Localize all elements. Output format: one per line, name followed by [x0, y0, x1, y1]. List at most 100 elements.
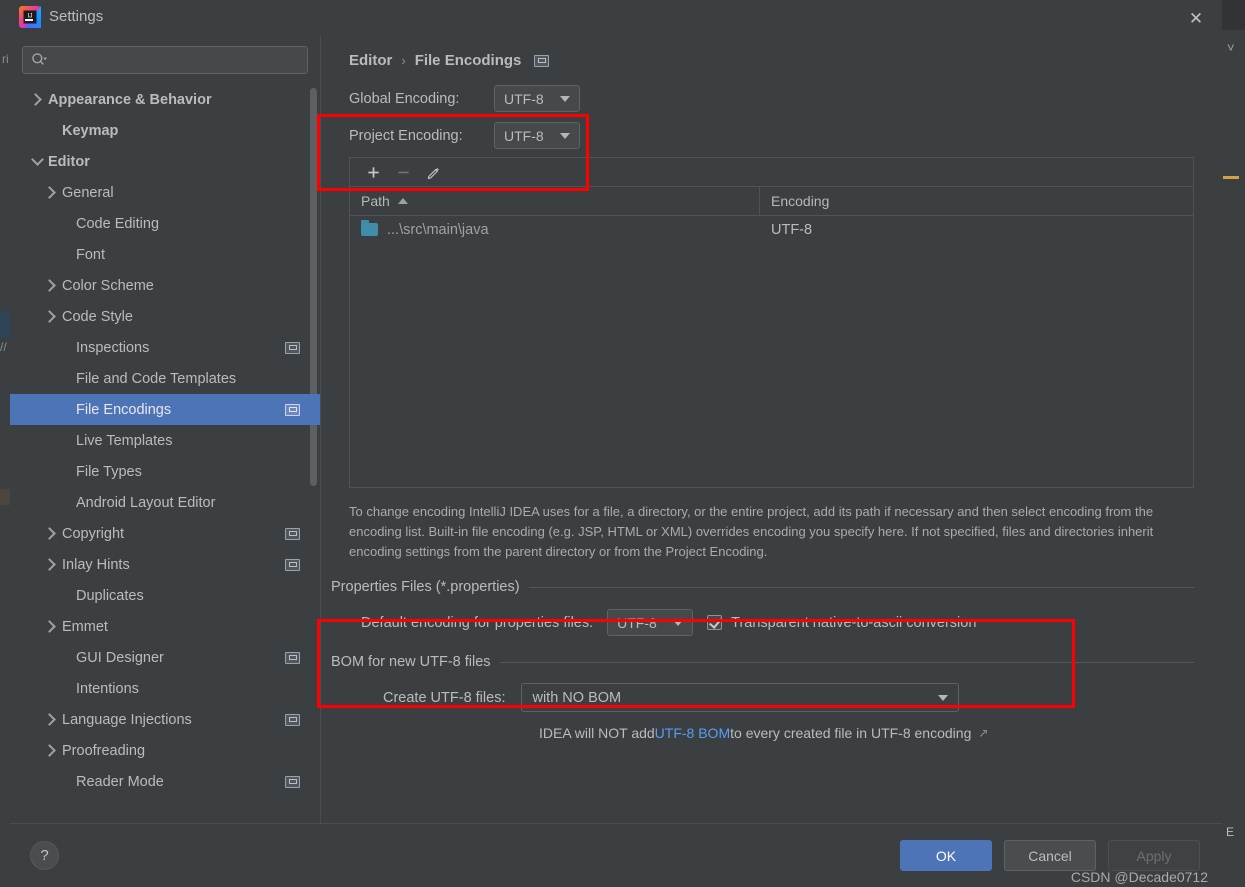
- cancel-button[interactable]: Cancel: [1004, 840, 1096, 871]
- sidebar-item-label: Emmet: [62, 619, 300, 635]
- global-encoding-value: UTF-8: [504, 91, 544, 107]
- chevron-right-icon[interactable]: [40, 715, 62, 724]
- sidebar-item-label: File and Code Templates: [76, 371, 300, 387]
- sidebar-item-duplicates[interactable]: Duplicates: [10, 580, 320, 611]
- chevron-right-icon[interactable]: [40, 529, 62, 538]
- question-mark-icon[interactable]: ?: [30, 841, 59, 870]
- sidebar-item-label: Reader Mode: [76, 774, 279, 790]
- default-properties-encoding-select[interactable]: UTF-8: [607, 609, 693, 636]
- project-encoding-select[interactable]: UTF-8: [494, 122, 580, 149]
- ok-button[interactable]: OK: [900, 840, 992, 871]
- column-header-encoding[interactable]: Encoding: [760, 187, 1193, 215]
- breadcrumb-parent[interactable]: Editor: [349, 52, 392, 69]
- sidebar-item-font[interactable]: Font: [10, 239, 320, 270]
- pencil-icon[interactable]: [420, 160, 446, 184]
- utf8-bom-link[interactable]: UTF-8 BOM: [655, 725, 730, 741]
- create-utf8-files-select[interactable]: with NO BOM: [521, 683, 959, 712]
- global-encoding-row: Global Encoding: UTF-8: [349, 83, 1222, 114]
- sidebar-item-reader-mode[interactable]: Reader Mode: [10, 766, 320, 797]
- sidebar-item-inspections[interactable]: Inspections: [10, 332, 320, 363]
- sidebar-item-label: Appearance & Behavior: [48, 92, 300, 108]
- sidebar-item-code-editing[interactable]: Code Editing: [10, 208, 320, 239]
- sidebar-item-live-templates[interactable]: Live Templates: [10, 425, 320, 456]
- bom-content: Create UTF-8 files: with NO BOM IDEA wil…: [331, 670, 1194, 745]
- search-input[interactable]: [47, 53, 299, 68]
- sidebar-item-appearance-behavior[interactable]: Appearance & Behavior: [10, 84, 320, 115]
- sidebar-item-file-types[interactable]: File Types: [10, 456, 320, 487]
- transparent-native-to-ascii-checkbox[interactable]: Transparent native-to-ascii conversion: [707, 615, 976, 631]
- sidebar-item-emmet[interactable]: Emmet: [10, 611, 320, 642]
- sidebar-item-label: Copyright: [62, 526, 279, 542]
- project-encoding-label: Project Encoding:: [349, 128, 494, 144]
- chevron-right-icon[interactable]: [40, 188, 62, 197]
- sidebar-item-file-encodings[interactable]: File Encodings: [10, 394, 320, 425]
- breadcrumb: Editor › File Encodings: [321, 36, 1222, 69]
- default-properties-encoding-label: Default encoding for properties files:: [361, 615, 593, 631]
- checkbox-checked-icon: [707, 615, 722, 630]
- screen-root: ri r // ˅ E: [0, 0, 1245, 887]
- project-encoding-row: Project Encoding: UTF-8: [349, 120, 1222, 151]
- chevron-right-icon[interactable]: [40, 746, 62, 755]
- sidebar-item-general[interactable]: General: [10, 177, 320, 208]
- sidebar-item-language-injections[interactable]: Language Injections: [10, 704, 320, 735]
- sidebar-item-proofreading[interactable]: Proofreading: [10, 735, 320, 766]
- sidebar-item-label: File Types: [76, 464, 300, 480]
- sidebar-item-file-and-code-templates[interactable]: File and Code Templates: [10, 363, 320, 394]
- sidebar-item-editor[interactable]: Editor: [10, 146, 320, 177]
- sidebar-item-keymap[interactable]: Keymap: [10, 115, 320, 146]
- global-encoding-select[interactable]: UTF-8: [494, 85, 580, 112]
- background-ide-right-strip: ˅ E: [1222, 0, 1245, 887]
- background-marker: [1223, 176, 1239, 179]
- project-encoding-value: UTF-8: [504, 128, 544, 144]
- chevron-down-icon: [560, 96, 570, 102]
- cell-path-text: ...\src\main\java: [387, 222, 489, 238]
- breadcrumb-separator: ›: [401, 53, 405, 68]
- sidebar-item-code-style[interactable]: Code Style: [10, 301, 320, 332]
- sidebar-item-label: Code Style: [62, 309, 300, 325]
- encoding-settings: Global Encoding: UTF-8 Project Encoding:…: [349, 83, 1222, 151]
- properties-files-content: Default encoding for properties files: U…: [331, 595, 1194, 640]
- properties-files-title-row: Properties Files (*.properties): [331, 579, 1194, 595]
- properties-files-group: Properties Files (*.properties) Default …: [331, 579, 1194, 640]
- column-header-path[interactable]: Path: [350, 187, 760, 215]
- intellij-idea-logo-icon: IJ: [19, 6, 41, 28]
- create-utf8-files-value: with NO BOM: [532, 690, 621, 706]
- sidebar-item-label: Font: [76, 247, 300, 263]
- settings-dialog: IJ Settings ✕: [10, 0, 1222, 887]
- bom-group: BOM for new UTF-8 files Create UTF-8 fil…: [331, 654, 1194, 745]
- encoding-table-toolbar: [350, 158, 1193, 187]
- sidebar-item-copyright[interactable]: Copyright: [10, 518, 320, 549]
- table-row[interactable]: ...\src\main\java UTF-8: [350, 216, 1193, 243]
- external-link-icon[interactable]: ↗: [978, 726, 988, 740]
- create-utf8-files-row: Create UTF-8 files: with NO BOM: [383, 683, 1194, 712]
- bom-note: IDEA will NOT add UTF-8 BOM to every cre…: [539, 725, 1194, 741]
- chevron-down-icon[interactable]: [26, 159, 48, 164]
- sidebar-item-label: Inspections: [76, 340, 279, 356]
- sidebar-item-label: General: [62, 185, 300, 201]
- column-header-path-label: Path: [361, 193, 390, 209]
- search-box[interactable]: [22, 46, 308, 74]
- chevron-right-icon[interactable]: [40, 622, 62, 631]
- settings-sidebar: Appearance & Behavior KeymapEditor General…: [10, 36, 320, 823]
- svg-text:IJ: IJ: [27, 13, 32, 20]
- sidebar-item-inlay-hints[interactable]: Inlay Hints: [10, 549, 320, 580]
- chevron-right-icon[interactable]: [26, 95, 48, 104]
- sidebar-item-android-layout-editor[interactable]: Android Layout Editor: [10, 487, 320, 518]
- sidebar-item-intentions[interactable]: Intentions: [10, 673, 320, 704]
- chevron-right-icon[interactable]: [40, 312, 62, 321]
- minus-icon: [390, 160, 416, 184]
- chevron-right-icon[interactable]: [40, 560, 62, 569]
- bom-note-suffix: to every created file in UTF-8 encoding: [730, 725, 971, 741]
- folder-icon: [361, 223, 378, 236]
- background-text-1: ri: [2, 52, 9, 66]
- sidebar-item-color-scheme[interactable]: Color Scheme: [10, 270, 320, 301]
- chevron-right-icon[interactable]: [40, 281, 62, 290]
- group-divider: [529, 587, 1194, 588]
- breadcrumb-current: File Encodings: [415, 52, 522, 69]
- cell-encoding: UTF-8: [760, 222, 1193, 238]
- sidebar-item-gui-designer[interactable]: GUI Designer: [10, 642, 320, 673]
- plus-icon[interactable]: [360, 160, 386, 184]
- sidebar-item-label: Android Layout Editor: [76, 495, 300, 511]
- sidebar-item-label: Proofreading: [62, 743, 300, 759]
- close-icon[interactable]: ✕: [1184, 6, 1208, 30]
